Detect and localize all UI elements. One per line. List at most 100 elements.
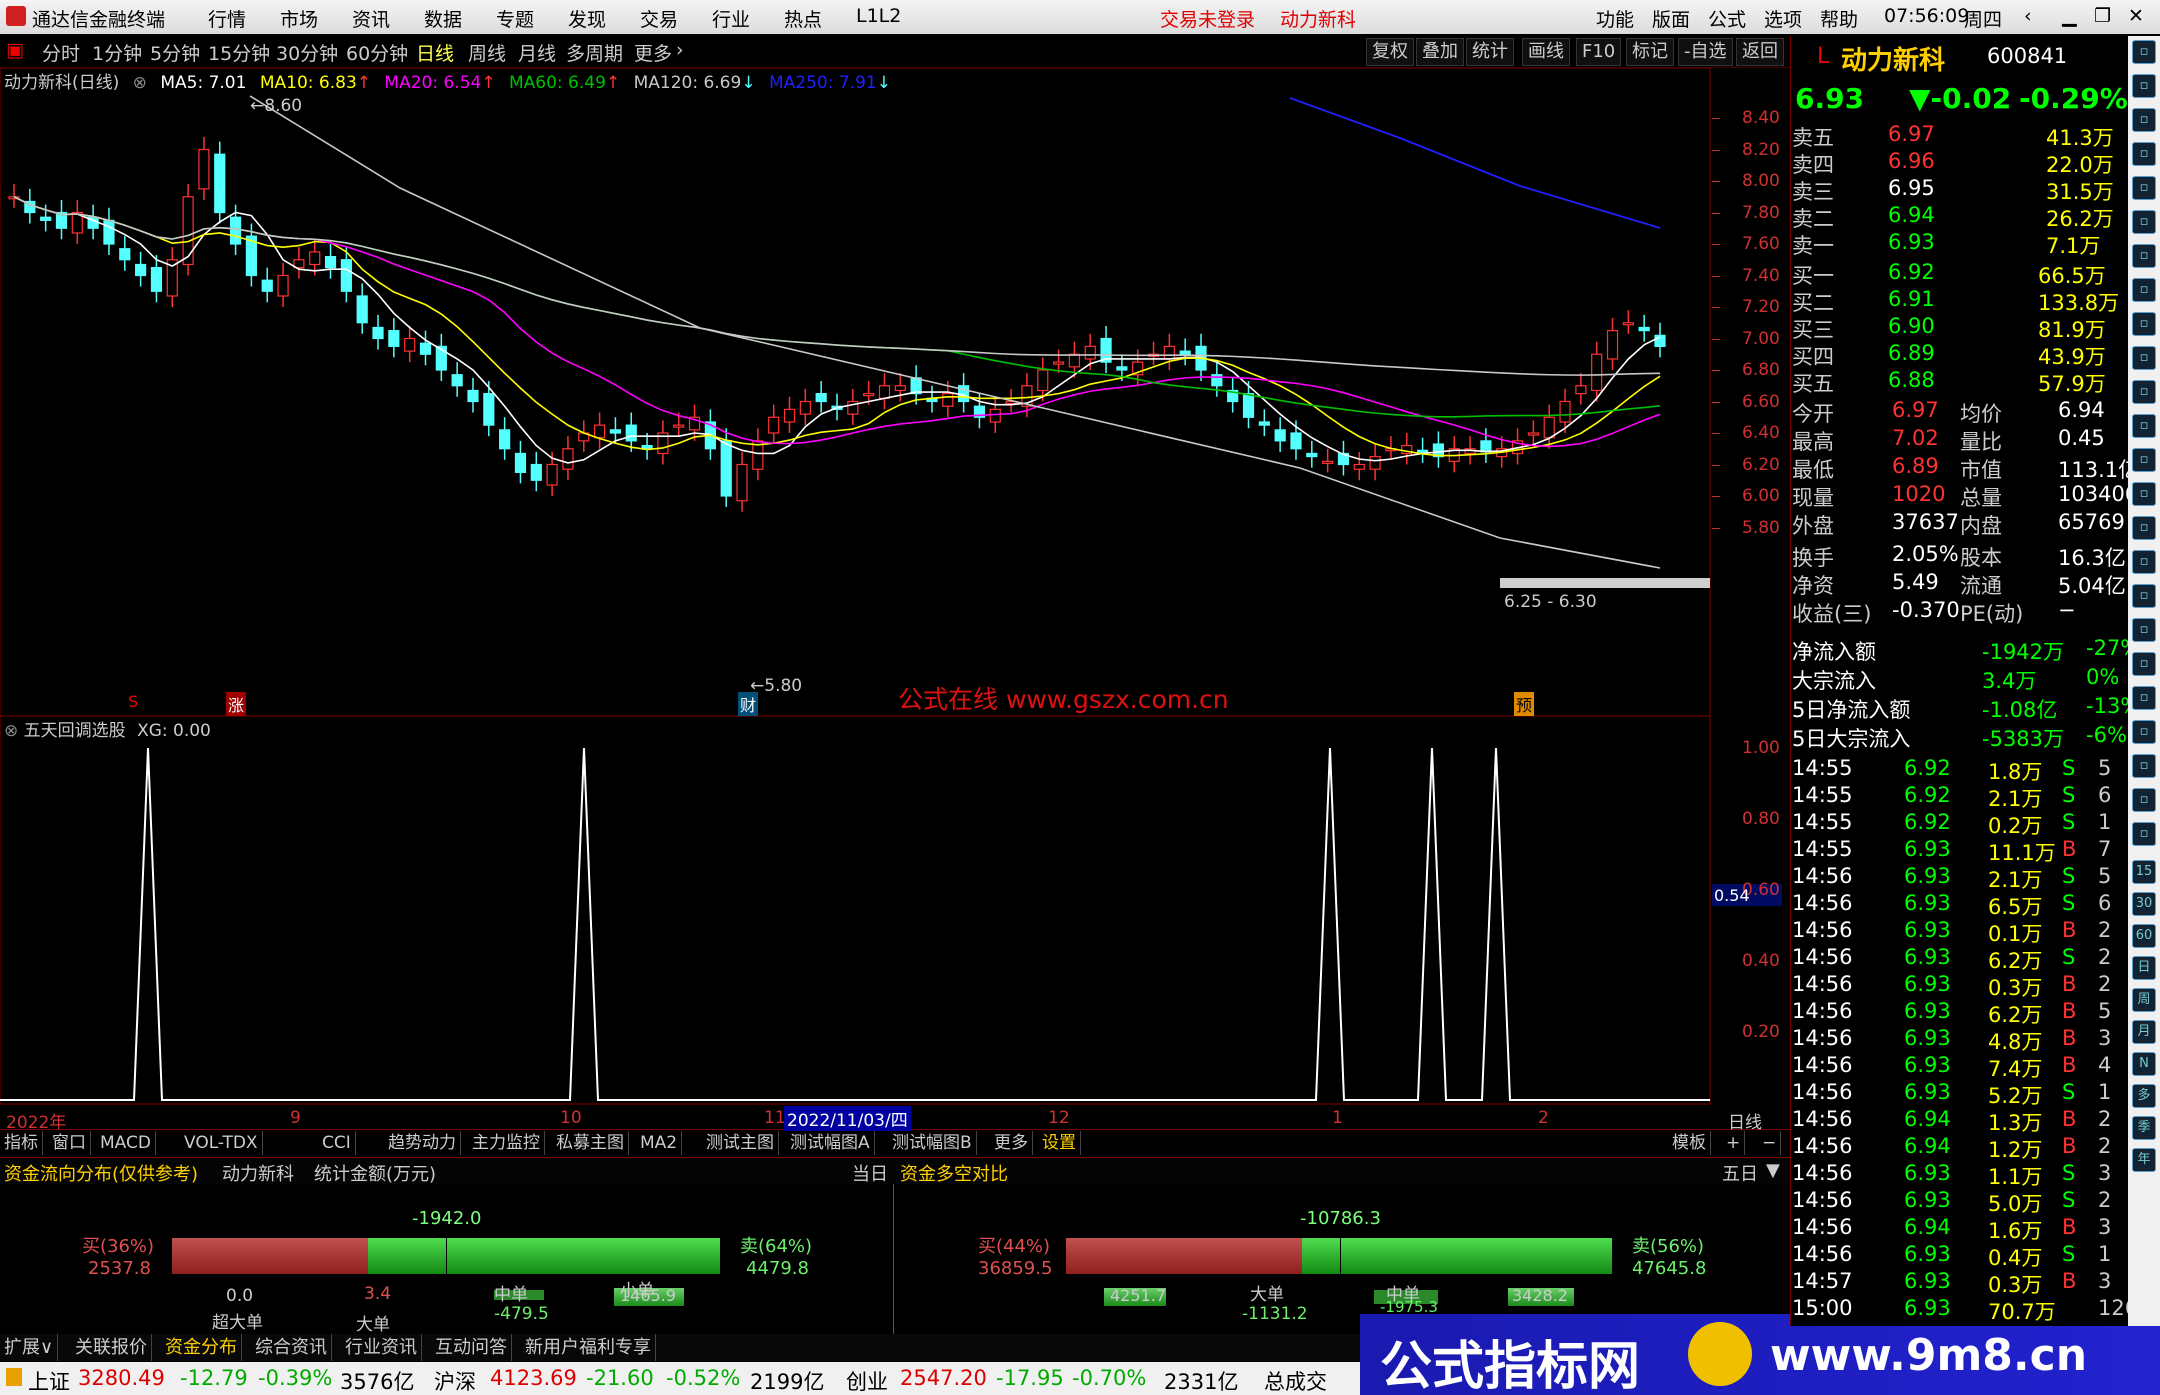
l1l2-label[interactable]: L1L2 — [856, 5, 901, 27]
menu-discover[interactable]: 发现 — [568, 5, 606, 32]
period-1min[interactable]: 1分钟 — [92, 39, 142, 66]
side-period-icon[interactable]: 60 — [2132, 924, 2156, 948]
period-30min[interactable]: 30分钟 — [276, 39, 338, 66]
extension-tab[interactable]: 扩展∨ — [0, 1334, 59, 1361]
extension-tab[interactable]: 资金分布 — [161, 1334, 242, 1361]
side-tool-icon[interactable]: ▫ — [2132, 584, 2156, 608]
ad-banner[interactable]: 公式指标网 www.9m8.cn — [1360, 1314, 2160, 1395]
side-tool-icon[interactable]: ▫ — [2132, 142, 2156, 166]
side-period-icon[interactable]: 15 — [2132, 860, 2156, 884]
side-tool-icon[interactable]: ▫ — [2132, 244, 2156, 268]
back-button[interactable]: 返回 — [1736, 38, 1784, 66]
minimize-icon[interactable]: ▁ — [2062, 5, 2077, 27]
close-icon[interactable]: ✕ — [2128, 5, 2144, 27]
kline-chart[interactable] — [0, 68, 1790, 718]
period-5min[interactable]: 5分钟 — [150, 39, 200, 66]
fund-day-select[interactable]: 当日 — [852, 1160, 888, 1186]
side-tool-icon[interactable]: ▫ — [2132, 788, 2156, 812]
menu-hot[interactable]: 热点 — [784, 5, 822, 32]
extension-tab[interactable]: 互动问答 — [431, 1334, 512, 1361]
remove-watchlist-button[interactable]: -自选 — [1678, 38, 1733, 66]
menu-layout[interactable]: 版面 — [1652, 5, 1690, 32]
side-tool-icon[interactable]: ▫ — [2132, 278, 2156, 302]
side-tool-icon[interactable]: ▫ — [2132, 754, 2156, 778]
chevron-right-icon[interactable]: › — [676, 39, 684, 61]
side-tool-icon[interactable]: ▫ — [2132, 312, 2156, 336]
side-period-icon[interactable]: 30 — [2132, 892, 2156, 916]
side-tool-icon[interactable]: ▫ — [2132, 652, 2156, 676]
menu-news[interactable]: 资讯 — [352, 5, 390, 32]
indicator-tab[interactable]: MA2 — [636, 1131, 683, 1155]
sh-label[interactable]: 上证 — [28, 1366, 70, 1395]
event-mark-finance[interactable]: 财 — [738, 692, 759, 716]
side-period-icon[interactable]: 日 — [2132, 956, 2156, 980]
stats-button[interactable]: 统计 — [1466, 38, 1514, 66]
menu-function[interactable]: 功能 — [1596, 5, 1634, 32]
side-tool-icon[interactable]: ▫ — [2132, 346, 2156, 370]
menu-market[interactable]: 市场 — [280, 5, 318, 32]
period-weekly[interactable]: 周线 — [468, 39, 506, 66]
side-tool-icon[interactable]: ▫ — [2132, 720, 2156, 744]
side-tool-icon[interactable]: ▫ — [2132, 618, 2156, 642]
side-tool-icon[interactable]: ▫ — [2132, 380, 2156, 404]
side-tool-icon[interactable]: ▫ — [2132, 40, 2156, 64]
indicator-tab[interactable]: 指标 — [0, 1131, 43, 1155]
indicator-tab[interactable]: 测试主图 — [702, 1131, 779, 1155]
tab-right-button[interactable]: 模板 — [1668, 1131, 1711, 1155]
back-icon[interactable]: ‹ — [2024, 5, 2032, 27]
extension-tab[interactable]: 综合资讯 — [251, 1334, 332, 1361]
indicator-tab[interactable]: 主力监控 — [468, 1131, 545, 1155]
indicator-tab[interactable]: 设置 — [1038, 1131, 1081, 1155]
extension-tab[interactable]: 行业资讯 — [341, 1334, 422, 1361]
f10-button[interactable]: F10 — [1576, 38, 1622, 66]
side-tool-icon[interactable]: ▫ — [2132, 414, 2156, 438]
side-period-icon[interactable]: 周 — [2132, 988, 2156, 1012]
menu-help[interactable]: 帮助 — [1820, 5, 1858, 32]
menu-quote[interactable]: 行情 — [208, 5, 246, 32]
event-mark-rise[interactable]: 涨 — [226, 692, 247, 716]
cy-label[interactable]: 创业 — [846, 1366, 888, 1395]
period-multi[interactable]: 多周期 — [566, 39, 623, 66]
collapse-icon[interactable]: ▣ — [6, 39, 24, 61]
extension-tab[interactable]: 关联报价 — [71, 1334, 152, 1361]
chevron-down-icon[interactable]: ▼ — [1766, 1160, 1780, 1181]
menu-trade[interactable]: 交易 — [640, 5, 678, 32]
menu-topic[interactable]: 专题 — [496, 5, 534, 32]
draw-button[interactable]: 画线 — [1522, 38, 1570, 66]
indicator-tab[interactable]: MACD — [96, 1131, 156, 1155]
side-period-icon[interactable]: N — [2132, 1052, 2156, 1076]
indicator-tab[interactable]: 测试幅图B — [888, 1131, 977, 1155]
restore-icon[interactable]: ❐ — [2094, 5, 2111, 27]
side-tool-icon[interactable]: ▫ — [2132, 210, 2156, 234]
menu-data[interactable]: 数据 — [424, 5, 462, 32]
indicator-tab[interactable]: 趋势动力 — [384, 1131, 461, 1155]
overlay-button[interactable]: 叠加 — [1416, 38, 1464, 66]
period-15min[interactable]: 15分钟 — [208, 39, 270, 66]
indicator-tab[interactable]: 测试幅图A — [786, 1131, 875, 1155]
side-tool-icon[interactable]: ▫ — [2132, 482, 2156, 506]
side-period-icon[interactable]: 季 — [2132, 1116, 2156, 1140]
side-tool-icon[interactable]: ▫ — [2132, 108, 2156, 132]
event-mark-forecast[interactable]: 预 — [1514, 692, 1535, 716]
menu-options[interactable]: 选项 — [1764, 5, 1802, 32]
indicator-tab[interactable]: 私募主图 — [552, 1131, 629, 1155]
side-period-icon[interactable]: 多 — [2132, 1084, 2156, 1108]
indicator-tab[interactable]: CCI — [318, 1131, 356, 1155]
fund-period-select[interactable]: 五日 — [1722, 1160, 1758, 1186]
side-tool-icon[interactable]: ▫ — [2132, 176, 2156, 200]
side-tool-icon[interactable]: ▫ — [2132, 448, 2156, 472]
period-more[interactable]: 更多 — [634, 39, 672, 66]
side-tool-icon[interactable]: ▫ — [2132, 74, 2156, 98]
side-tool-icon[interactable]: ▫ — [2132, 516, 2156, 540]
side-period-icon[interactable]: 月 — [2132, 1020, 2156, 1044]
indicator-tab[interactable]: 窗口 — [48, 1131, 91, 1155]
menu-formula[interactable]: 公式 — [1708, 5, 1746, 32]
adjust-button[interactable]: 复权 — [1366, 38, 1414, 66]
mark-button[interactable]: 标记 — [1626, 38, 1674, 66]
extension-tab[interactable]: 新用户福利专享 — [521, 1334, 656, 1361]
period-intraday[interactable]: 分时 — [42, 39, 80, 66]
period-monthly[interactable]: 月线 — [518, 39, 556, 66]
side-tool-icon[interactable]: ▫ — [2132, 686, 2156, 710]
tab-right-button[interactable]: − — [1758, 1131, 1782, 1155]
menu-industry[interactable]: 行业 — [712, 5, 750, 32]
